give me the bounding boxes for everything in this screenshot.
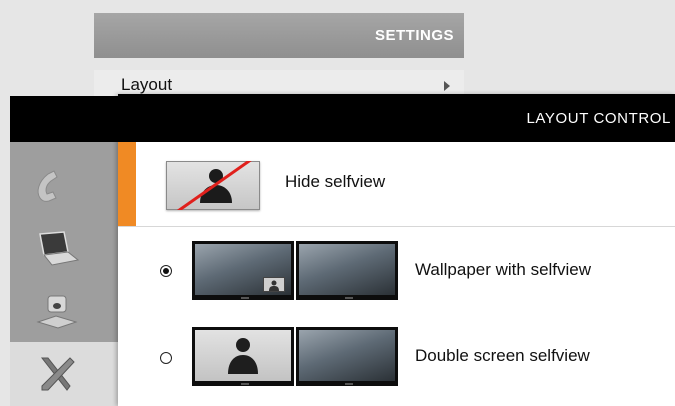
option-wallpaper-selfview[interactable]: Wallpaper with selfview [118, 227, 675, 315]
sidebar [10, 142, 122, 406]
screen-right [296, 241, 398, 300]
radio-double-screen-selfview[interactable] [160, 352, 172, 364]
dialog-title: LAYOUT CONTROL [526, 109, 671, 127]
sidebar-item-settings[interactable] [10, 342, 122, 406]
screen-left [192, 327, 294, 386]
sidebar-item-call[interactable] [10, 154, 122, 218]
screen-right [296, 327, 398, 386]
phone-icon [37, 170, 58, 202]
screen-left [192, 241, 294, 300]
sidebar-item-camera[interactable] [10, 280, 122, 344]
laptop-icon [39, 231, 80, 266]
tools-icon [40, 357, 75, 391]
person-icon [228, 338, 258, 374]
option-label: Wallpaper with selfview [415, 260, 592, 279]
double-screen-thumbnail [192, 327, 398, 386]
radio-wallpaper-selfview[interactable] [160, 265, 172, 277]
sidebar-item-presentation[interactable] [10, 218, 122, 282]
settings-panel: SETTINGS Layout [94, 13, 464, 105]
hide-selfview-thumbnail [166, 161, 260, 210]
hidden-selfview-icon [177, 161, 252, 210]
wallpaper-selfview-thumbnail [192, 241, 398, 300]
settings-header: SETTINGS [94, 13, 464, 58]
settings-item-label: Layout [121, 75, 173, 94]
radio-selected-dot [163, 268, 169, 274]
camera-icon [36, 295, 78, 329]
selection-indicator [118, 142, 136, 226]
dialog-header: LAYOUT CONTROL [118, 94, 675, 142]
selfview-pip-icon [263, 277, 285, 292]
chevron-right-icon [444, 81, 450, 91]
option-label: Double screen selfview [415, 346, 590, 365]
option-hide-selfview[interactable]: Hide selfview [118, 142, 675, 227]
sidebar-topbar [10, 96, 122, 142]
option-double-screen-selfview[interactable]: Double screen selfview [118, 315, 675, 403]
option-label: Hide selfview [285, 172, 386, 191]
layout-control-dialog: LAYOUT CONTROL Hide selfview Wallpaper w… [118, 94, 675, 406]
settings-title: SETTINGS [374, 27, 454, 44]
